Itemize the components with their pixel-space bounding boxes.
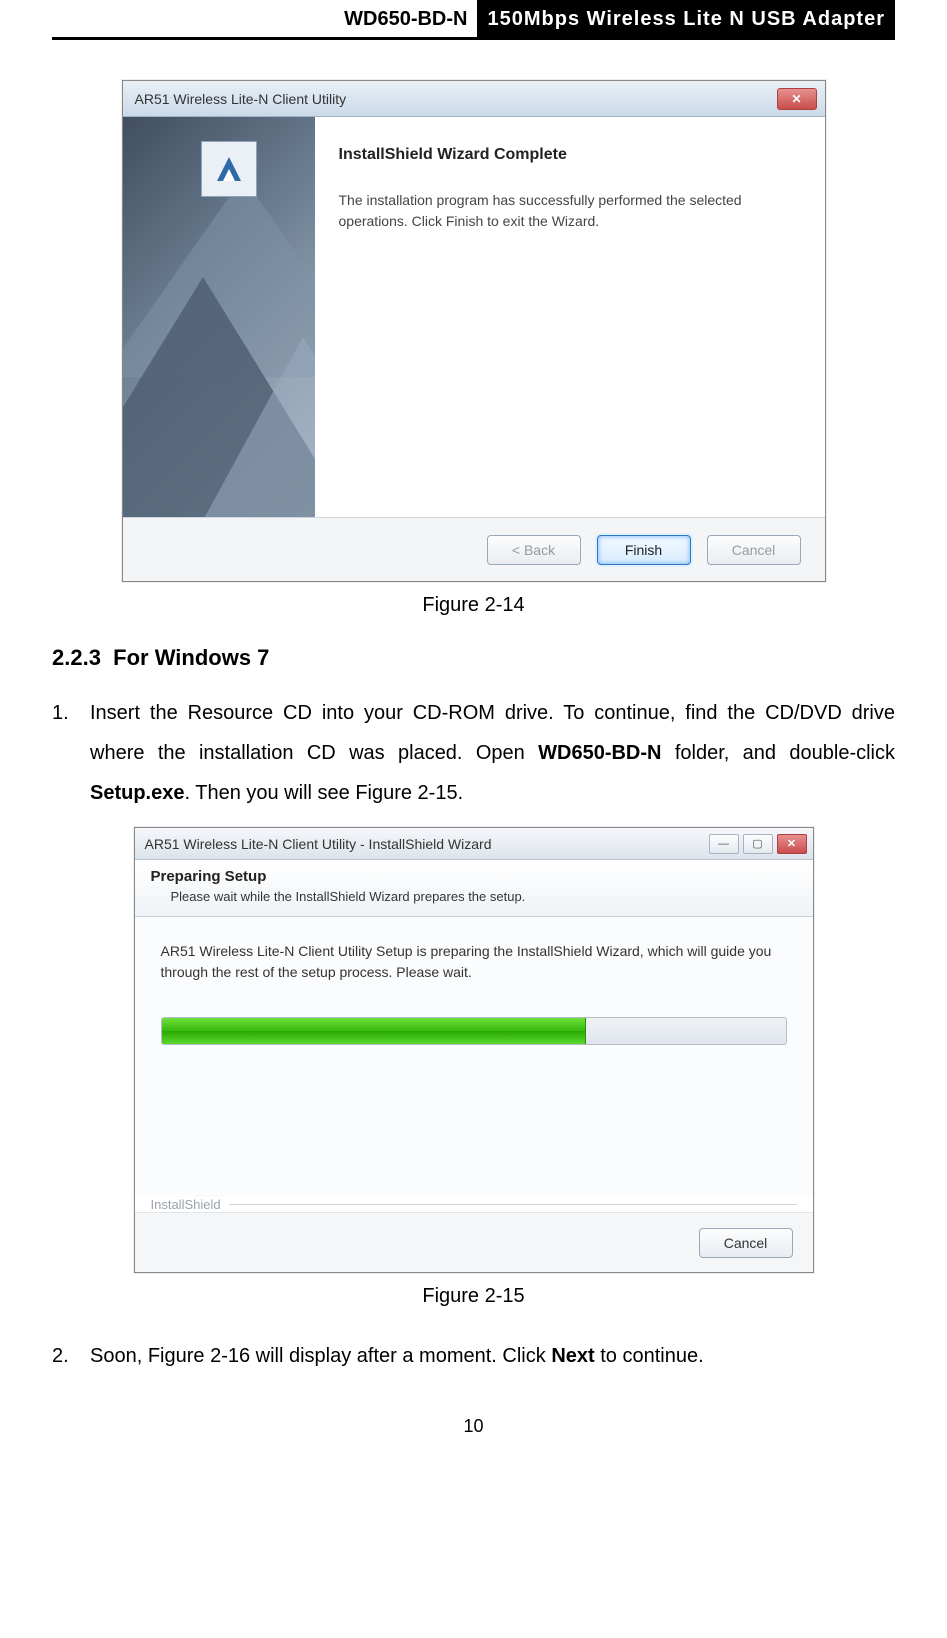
step2-pre: Soon, Figure 2-16 will display after a m… [90, 1345, 551, 1367]
header-model: WD650-BD-N [52, 0, 477, 37]
section-title: For Windows 7 [113, 645, 269, 670]
finish-button[interactable]: Finish [597, 535, 691, 565]
back-button[interactable]: < Back [487, 535, 581, 565]
minimize-icon[interactable]: — [709, 834, 739, 854]
maximize-icon[interactable]: ▢ [743, 834, 773, 854]
installshield-brand: InstallShield [135, 1197, 813, 1212]
step-1-text: Insert the Resource CD into your CD-ROM … [90, 693, 895, 813]
section-heading: 2.2.3 For Windows 7 [52, 645, 895, 671]
install-complete-dialog: AR51 Wireless Lite-N Client Utility ✕ [122, 80, 826, 582]
dialog2-heading: Preparing Setup [151, 868, 797, 885]
dialog1-heading: InstallShield Wizard Complete [339, 143, 797, 168]
progress-bar [161, 1017, 787, 1045]
brand-divider [229, 1204, 797, 1205]
step-2-text: Soon, Figure 2-16 will display after a m… [90, 1336, 895, 1376]
figure-caption-2: Figure 2-15 [52, 1285, 895, 1308]
dialog1-content: InstallShield Wizard Complete The instal… [315, 117, 825, 517]
dialog2-titlebar: AR51 Wireless Lite-N Client Utility - In… [135, 828, 813, 860]
cancel-button[interactable]: Cancel [699, 1228, 793, 1258]
step1-mid: folder, and double-click [661, 742, 895, 764]
dialog2-header: Preparing Setup Please wait while the In… [135, 860, 813, 917]
dialog1-side-image [123, 117, 315, 517]
step1-bold1: WD650-BD-N [538, 742, 661, 764]
close-icon[interactable]: ✕ [777, 834, 807, 854]
dialog1-titlebar: AR51 Wireless Lite-N Client Utility ✕ [123, 81, 825, 117]
installer-logo-icon [201, 141, 257, 197]
dialog2-window-buttons: — ▢ ✕ [709, 834, 807, 854]
cancel-button[interactable]: Cancel [707, 535, 801, 565]
section-number: 2.2.3 [52, 645, 101, 670]
page-number: 10 [52, 1416, 895, 1437]
step1-post: . Then you will see Figure 2-15. [184, 782, 463, 804]
step1-bold2: Setup.exe [90, 782, 184, 804]
close-icon[interactable]: ✕ [777, 88, 817, 110]
dialog2-title: AR51 Wireless Lite-N Client Utility - In… [145, 836, 492, 852]
step-2: 2. Soon, Figure 2-16 will display after … [52, 1336, 895, 1376]
dialog2-footer: Cancel [135, 1212, 813, 1272]
progress-bar-fill [162, 1018, 586, 1044]
installshield-brand-label: InstallShield [151, 1197, 221, 1212]
dialog2-body: AR51 Wireless Lite-N Client Utility Setu… [135, 917, 813, 1197]
figure-caption-1: Figure 2-14 [52, 594, 895, 617]
dialog1-title: AR51 Wireless Lite-N Client Utility [135, 91, 347, 107]
step-1: 1. Insert the Resource CD into your CD-R… [52, 693, 895, 813]
preparing-setup-dialog: AR51 Wireless Lite-N Client Utility - In… [134, 827, 814, 1273]
step2-post: to continue. [595, 1345, 704, 1367]
step2-bold1: Next [551, 1345, 594, 1367]
dialog2-subheading: Please wait while the InstallShield Wiza… [151, 889, 797, 904]
dialog2-body-text: AR51 Wireless Lite-N Client Utility Setu… [161, 941, 787, 983]
step-2-number: 2. [52, 1336, 90, 1376]
step-1-number: 1. [52, 693, 90, 813]
page-header: WD650-BD-N 150Mbps Wireless Lite N USB A… [52, 0, 895, 40]
dialog1-body-text: The installation program has successfull… [339, 190, 797, 233]
dialog1-footer: < Back Finish Cancel [123, 517, 825, 581]
header-product: 150Mbps Wireless Lite N USB Adapter [477, 0, 895, 37]
